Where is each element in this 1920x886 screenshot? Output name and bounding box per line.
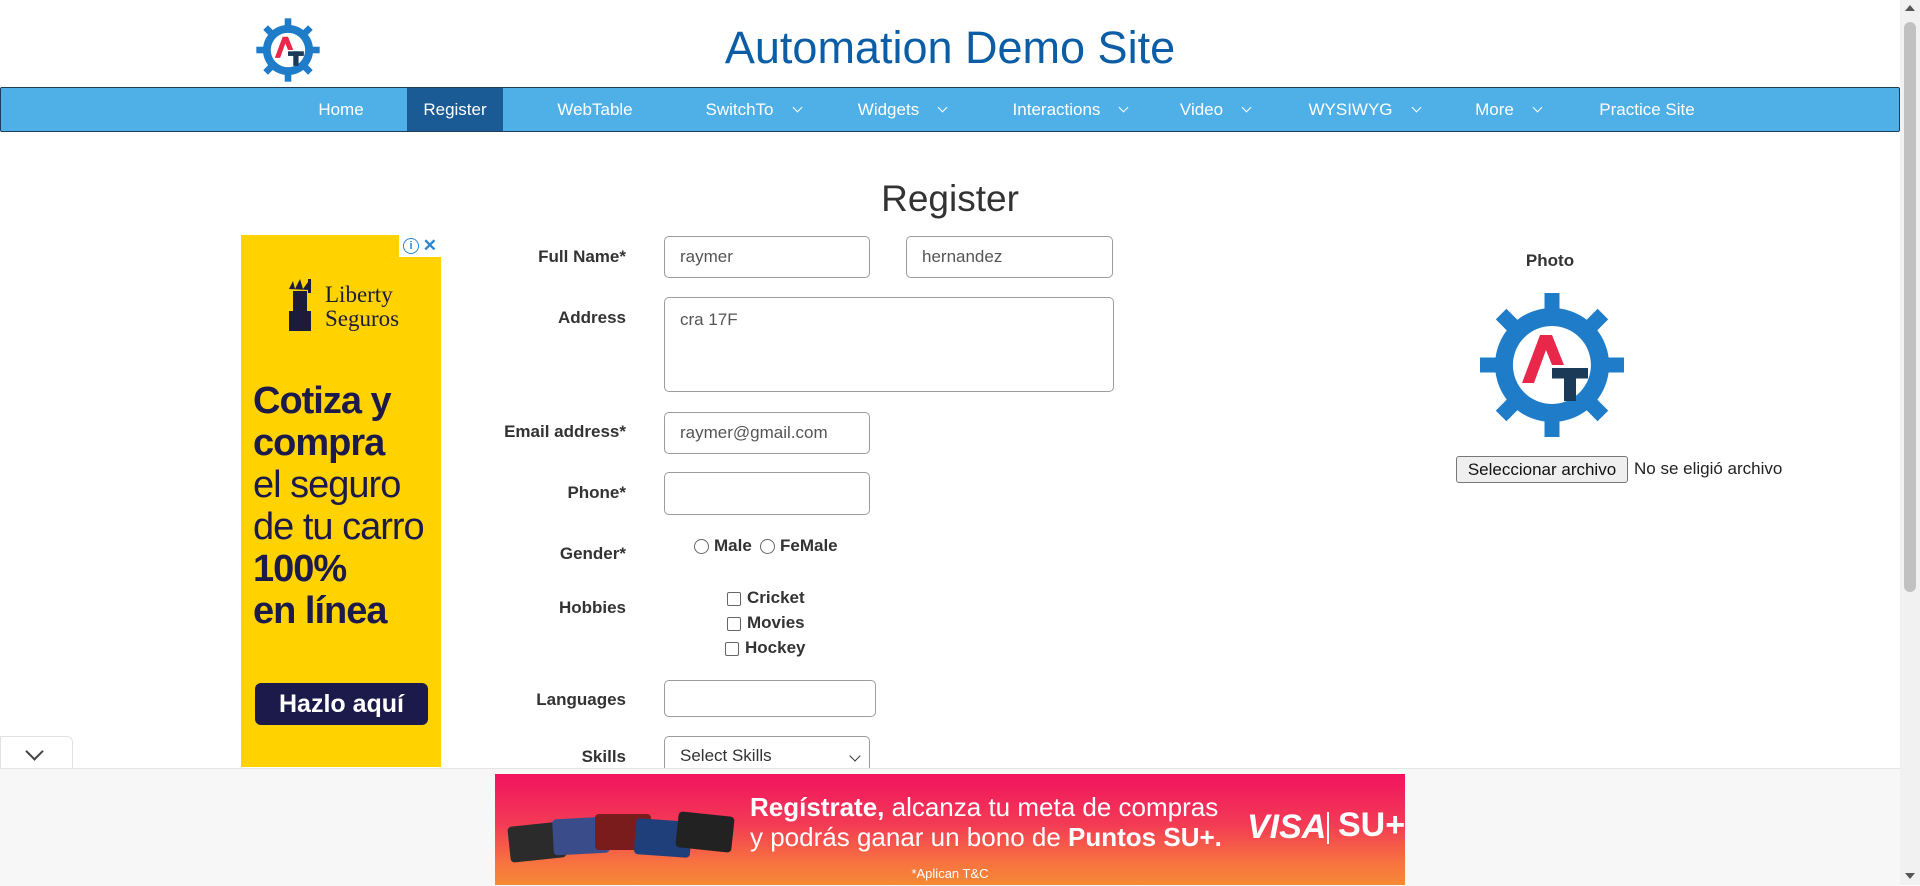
banner-line1-bold: Regístrate, xyxy=(750,792,885,822)
info-icon[interactable]: i xyxy=(403,238,419,254)
chevron-down-icon xyxy=(1241,102,1252,113)
photo-preview-logo xyxy=(1480,293,1624,437)
main-nav: Home Register WebTable SwitchTo Widgets … xyxy=(0,87,1900,132)
gender-male-option[interactable]: Male xyxy=(694,536,752,556)
nav-wysiwyg[interactable]: WYSIWYG xyxy=(1298,88,1430,131)
full-name-label: Full Name* xyxy=(538,247,626,266)
scroll-down-arrow[interactable] xyxy=(1905,873,1915,879)
chevron-down-icon xyxy=(1118,102,1129,113)
banner-line2-bold: Puntos SU+. xyxy=(1068,822,1222,852)
hobby-hockey-option[interactable]: Hockey xyxy=(725,638,805,658)
hobby-cricket-label: Cricket xyxy=(747,588,805,607)
chevron-down-icon xyxy=(1411,102,1421,113)
hobby-movies-option[interactable]: Movies xyxy=(727,613,805,633)
banner-divider xyxy=(1327,812,1329,844)
su-logo: SU+ xyxy=(1338,806,1405,844)
hobby-cricket-option[interactable]: Cricket xyxy=(727,588,805,608)
radio-male[interactable] xyxy=(694,539,709,555)
chevron-down-icon xyxy=(1532,102,1543,113)
checkbox-hockey[interactable] xyxy=(725,641,739,656)
phone-input[interactable] xyxy=(664,472,870,515)
banner-terms: *Aplican T&C xyxy=(911,866,989,881)
nav-interactions[interactable]: Interactions xyxy=(995,88,1145,131)
visa-logo: VISA xyxy=(1247,808,1327,846)
ad-collapse-toggle[interactable] xyxy=(0,736,73,769)
ad-left[interactable]: i ✕ Liberty Seguros Cotiza y compra el s… xyxy=(241,235,441,767)
phone-label: Phone* xyxy=(567,483,626,502)
address-label: Address xyxy=(557,308,626,327)
nav-video[interactable]: Video xyxy=(1169,88,1261,131)
ad-line3: el seguro xyxy=(253,464,401,506)
languages-label: Languages xyxy=(536,690,626,709)
ad-line4: de tu carro xyxy=(253,506,425,548)
nav-practice-site[interactable]: Practice Site xyxy=(1591,88,1703,131)
nav-webtable[interactable]: WebTable xyxy=(546,88,644,131)
statue-icon xyxy=(289,279,311,331)
chevron-down-icon xyxy=(25,742,44,761)
checkbox-movies[interactable] xyxy=(727,616,741,631)
card-image xyxy=(675,811,735,853)
skills-select-value: Select Skills xyxy=(680,746,772,765)
ad-brand: Liberty Seguros xyxy=(325,283,399,331)
ad-brand-line1: Liberty xyxy=(325,282,393,307)
ad-line2: compra xyxy=(253,422,385,464)
address-textarea[interactable]: cra 17F xyxy=(664,297,1114,392)
nav-widgets[interactable]: Widgets xyxy=(846,88,958,131)
hobby-movies-label: Movies xyxy=(747,613,805,632)
skills-label: Skills xyxy=(581,747,626,766)
ad-copy: Cotiza y compra el seguro de tu carro 10… xyxy=(253,380,441,632)
ad-line1: Cotiza y xyxy=(253,380,392,422)
scroll-up-arrow[interactable] xyxy=(1905,5,1915,11)
page-title: Register xyxy=(881,178,1019,219)
site-title: Automation Demo Site xyxy=(724,22,1176,73)
ad-cta-button[interactable]: Hazlo aquí xyxy=(255,683,428,725)
checkbox-cricket[interactable] xyxy=(727,591,741,606)
first-name-input[interactable] xyxy=(664,236,870,278)
file-status: No se eligió archivo xyxy=(1634,459,1783,478)
languages-multiselect[interactable] xyxy=(664,680,876,717)
email-label: Email address* xyxy=(504,422,626,441)
email-input[interactable] xyxy=(664,412,870,454)
gender-label: Gender* xyxy=(559,544,626,563)
banner-line1-rest: alcanza tu meta de compras xyxy=(884,792,1219,822)
gender-female-option[interactable]: FeMale xyxy=(760,536,838,556)
nav-switchto[interactable]: SwitchTo xyxy=(693,88,813,131)
nav-home[interactable]: Home xyxy=(301,88,381,131)
ad-brand-line2: Seguros xyxy=(325,306,400,331)
photo-label: Photo xyxy=(1525,251,1575,270)
gender-male-label: Male xyxy=(714,536,752,555)
chevron-down-icon xyxy=(849,750,861,762)
scrollbar-thumb[interactable] xyxy=(1904,22,1916,592)
bottom-ad-banner[interactable]: Regístrate, alcanza tu meta de compras y… xyxy=(495,774,1405,885)
choose-file-button[interactable]: Seleccionar archivo xyxy=(1456,456,1628,483)
hobbies-label: Hobbies xyxy=(558,598,626,617)
chevron-down-icon xyxy=(937,102,948,113)
hobby-hockey-label: Hockey xyxy=(745,638,806,657)
ad-line6: en línea xyxy=(253,590,388,632)
radio-female[interactable] xyxy=(760,539,775,555)
nav-more[interactable]: More xyxy=(1467,88,1549,131)
banner-line2: y podrás ganar un bono de Puntos SU+. xyxy=(750,822,1222,853)
last-name-input[interactable] xyxy=(906,236,1113,278)
ad-line5: 100% xyxy=(253,548,347,590)
chevron-down-icon xyxy=(792,102,802,113)
banner-line2-start: y podrás ganar un bono de xyxy=(750,822,1069,852)
nav-register[interactable]: Register xyxy=(407,88,503,131)
gender-female-label: FeMale xyxy=(780,536,838,555)
banner-line1: Regístrate, alcanza tu meta de compras xyxy=(750,792,1218,823)
